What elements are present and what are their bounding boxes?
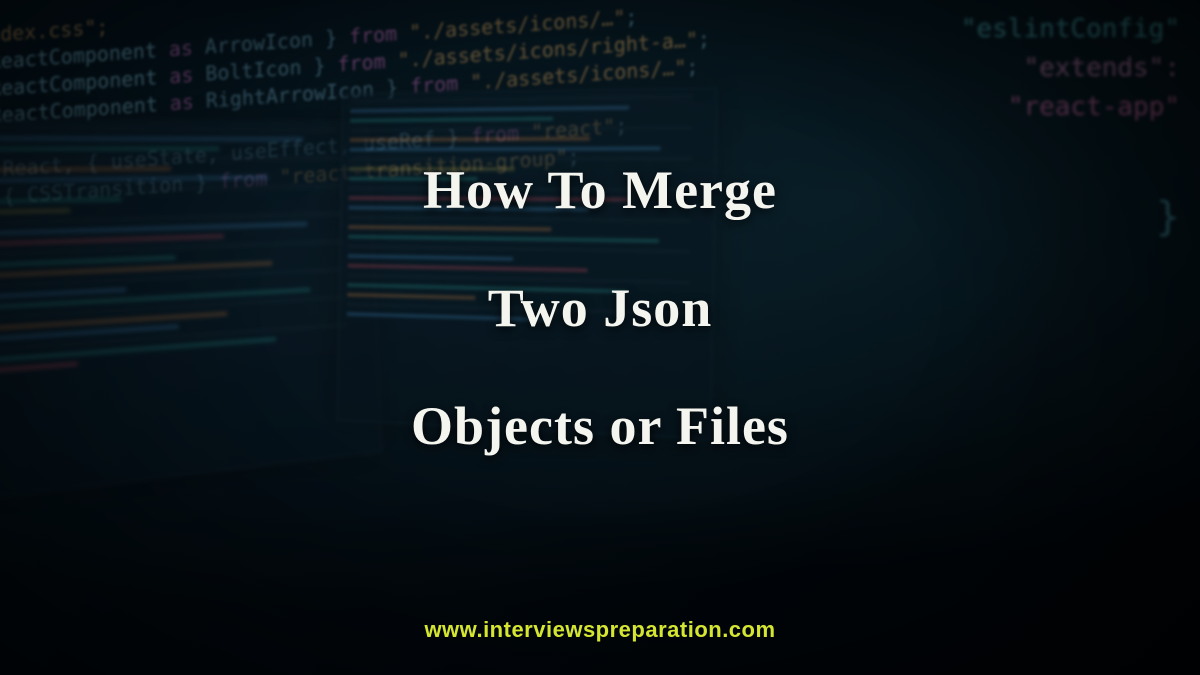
title-line-2: Two Json bbox=[488, 277, 713, 339]
title-block: How To Merge Two Json Objects or Files bbox=[0, 0, 1200, 675]
title-line-3: Objects or Files bbox=[411, 395, 789, 457]
title-line-1: How To Merge bbox=[423, 159, 777, 221]
watermark-url: www.interviewspreparation.com bbox=[0, 617, 1200, 643]
